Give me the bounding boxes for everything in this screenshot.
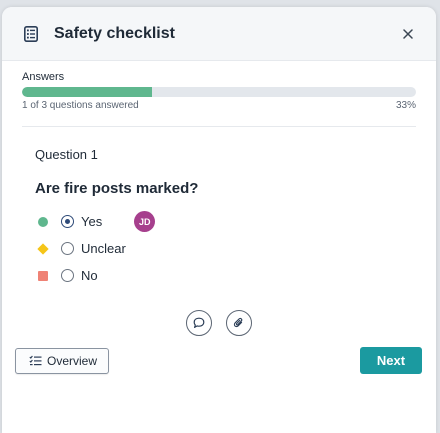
red-square-marker: [38, 270, 48, 281]
progress-percent: 33%: [395, 100, 416, 111]
checklist-lines-icon: [29, 355, 42, 366]
progress-bar: [22, 87, 416, 97]
checklist-dialog: Safety checklist Answers 1 of 3 question…: [2, 7, 436, 433]
radio-yes[interactable]: [61, 215, 74, 228]
question-text: Are fire posts marked?: [35, 180, 199, 197]
answers-progress: Answers 1 of 3 questions answered 33%: [2, 61, 436, 111]
overview-button[interactable]: Overview: [15, 347, 110, 374]
dialog-title: Safety checklist: [54, 24, 175, 42]
question-actions: [2, 310, 436, 336]
checklist-icon: [22, 25, 40, 43]
radio-unclear[interactable]: [61, 242, 74, 255]
green-circle-marker: [38, 216, 48, 227]
radio-no[interactable]: [61, 269, 74, 282]
progress-label: Answers: [22, 71, 65, 83]
option-label: Unclear: [81, 241, 126, 256]
comment-button[interactable]: [186, 310, 212, 336]
dialog-footer: Overview Next: [15, 347, 422, 374]
question-number: Question 1: [35, 147, 98, 162]
progress-bar-fill: [22, 87, 153, 97]
attach-button[interactable]: [226, 310, 252, 336]
yellow-diamond-marker: [37, 242, 49, 255]
dialog-header: Safety checklist: [2, 7, 436, 61]
paperclip-icon: [233, 317, 243, 328]
comment-icon: [193, 317, 205, 328]
overview-label: Overview: [47, 353, 98, 368]
progress-status: 1 of 3 questions answered: [22, 100, 139, 111]
answer-options: Yes JD Unclear No: [37, 208, 436, 289]
avatar: JD: [134, 211, 156, 232]
close-icon: [403, 28, 413, 39]
option-no[interactable]: No: [38, 262, 436, 289]
option-yes[interactable]: Yes JD: [38, 208, 436, 235]
divider: [22, 126, 416, 127]
option-unclear[interactable]: Unclear: [37, 235, 436, 262]
close-button[interactable]: [398, 24, 418, 44]
option-label: Yes: [81, 214, 103, 229]
option-label: No: [81, 268, 98, 283]
next-button[interactable]: Next: [360, 347, 422, 374]
